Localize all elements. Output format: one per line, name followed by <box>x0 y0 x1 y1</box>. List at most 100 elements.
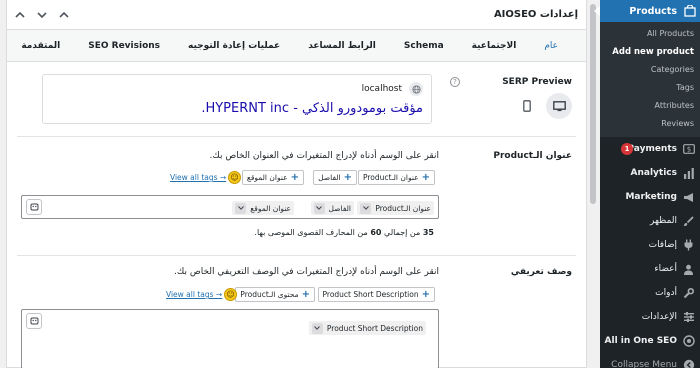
view-all-tags-link[interactable]: View all tags → <box>170 173 226 182</box>
divider <box>17 255 576 256</box>
tag-label: الفاصل <box>318 173 341 182</box>
megaphone-icon <box>682 191 695 204</box>
sidebar-item-label: All in One SEO <box>604 336 677 346</box>
sidebar-item-label: المظهر <box>650 216 677 226</box>
sidebar-item-payments[interactable]: $ Payments 1 <box>600 137 700 161</box>
paintbrush-icon <box>682 215 695 228</box>
chevron-down-icon[interactable] <box>313 202 325 214</box>
product-title-label: عنوان الـProduct <box>493 151 572 161</box>
collapse-panel-icon[interactable] <box>59 10 69 20</box>
emoji-picker-icon[interactable] <box>26 313 42 329</box>
plugin-icon <box>682 239 695 252</box>
tab-social[interactable]: الاجتماعية <box>458 30 531 62</box>
serp-preview-box: localhost مؤقت بومودورو الذكي - HYPERNT … <box>42 74 432 124</box>
svg-text:$: $ <box>686 146 690 154</box>
token-product-short-description[interactable]: Product Short Description <box>308 321 426 335</box>
token-label: عنوان الـProduct <box>375 203 431 213</box>
tag-label: Product Short Description <box>322 290 419 299</box>
sidebar-item-aioseo[interactable]: All in One SEO <box>600 329 700 353</box>
submenu-categories[interactable]: Categories <box>600 61 700 79</box>
move-down-icon[interactable] <box>37 10 47 20</box>
tag-site-title[interactable]: + عنوان الموقع <box>241 170 304 185</box>
tab-schema[interactable]: Schema <box>390 30 458 62</box>
chevron-down-icon[interactable] <box>235 202 247 214</box>
meta-description-label: وصف تعريفي <box>510 267 572 277</box>
emoji-icon[interactable]: ☺ <box>228 171 241 184</box>
token-label: عنوان الموقع <box>250 203 291 213</box>
panel-title: إعدادات AIOSEO <box>493 9 578 20</box>
divider <box>17 136 576 137</box>
counter-text: من إجمالي <box>384 228 421 237</box>
settings-icon <box>682 311 695 324</box>
tag-label: عنوان الموقع <box>246 173 288 182</box>
sidebar-item-label: Payments <box>627 144 677 154</box>
tag-product-short-description[interactable]: + Product Short Description <box>317 287 435 302</box>
sidebar-item-tools[interactable]: أدوات <box>600 281 700 305</box>
counter-text: من المحارف القصوى الموصى بها. <box>254 228 368 237</box>
sidebar-item-settings[interactable]: الإعدادات <box>600 305 700 329</box>
sidebar-item-label: Collapse Menu <box>611 360 677 368</box>
counter-total: 60 <box>370 228 382 237</box>
sidebar-item-label: Marketing <box>625 192 677 202</box>
tag-product-content[interactable]: + محتوى الـProduct <box>235 287 315 302</box>
sidebar-item-analytics[interactable]: Analytics <box>600 161 700 185</box>
sidebar-item-label: الإعدادات <box>641 312 677 322</box>
settings-tabs: عام الاجتماعية Schema الرابط المساعد عمل… <box>7 30 586 62</box>
description-editor[interactable]: Product Short Description <box>21 309 439 368</box>
chevron-down-icon[interactable] <box>360 202 372 214</box>
scrollbar-thumb[interactable] <box>590 4 596 204</box>
collapse-icon <box>682 359 695 368</box>
tab-seo-revisions[interactable]: SEO Revisions <box>74 30 174 62</box>
sidebar-item-label: أدوات <box>655 288 677 298</box>
sidebar-item-products[interactable]: Products <box>594 0 700 22</box>
help-icon[interactable]: ? <box>450 77 460 87</box>
submenu-attributes[interactable]: Attributes <box>600 97 700 115</box>
desktop-preview-button[interactable] <box>546 93 572 119</box>
serp-title: مؤقت بومودورو الذكي - HYPERNT inc. <box>201 101 423 116</box>
sidebar-item-users[interactable]: أعضاء <box>600 257 700 281</box>
globe-icon <box>409 82 423 96</box>
counter-current: 35 <box>422 228 434 237</box>
sidebar-item-label: Products <box>629 5 677 17</box>
chevron-down-icon[interactable] <box>311 322 323 334</box>
title-editor[interactable]: عنوان الـProduct الفاصل عنوان الموقع <box>21 195 439 219</box>
token-separator[interactable]: الفاصل <box>310 201 354 215</box>
submenu-all-products[interactable]: All Products <box>600 25 700 43</box>
serp-preview-label: SERP Preview <box>502 77 572 87</box>
desktop-icon <box>552 100 566 111</box>
mobile-preview-button[interactable] <box>514 93 540 119</box>
sidebar-item-marketing[interactable]: Marketing <box>600 185 700 209</box>
tag-label: محتوى الـProduct <box>240 290 299 299</box>
analytics-icon <box>682 167 695 180</box>
woo-products-icon <box>683 4 697 18</box>
sidebar-item-label: Analytics <box>630 168 677 178</box>
collapse-menu-button[interactable]: Collapse Menu <box>600 353 700 368</box>
tab-general[interactable]: عام <box>530 30 572 62</box>
tab-redirects[interactable]: عمليات إعادة التوجيه <box>174 30 294 62</box>
token-site-title[interactable]: عنوان الموقع <box>232 201 294 215</box>
submenu-tags[interactable]: Tags <box>600 79 700 97</box>
tag-label: عنوان الـProduct <box>362 173 419 182</box>
description-instruction: انقر على الوسم أدناه لإدراج المتغيرات في… <box>174 267 439 277</box>
emoji-picker-icon[interactable] <box>26 199 42 215</box>
aioseo-icon <box>682 335 695 348</box>
title-instruction: انقر على الوسم أدناه لإدراج المتغيرات في… <box>209 151 439 161</box>
tag-separator[interactable]: + الفاصل <box>313 170 357 185</box>
emoji-icon[interactable]: ☺ <box>224 288 237 301</box>
admin-sidebar: Products All Products Add new product Ca… <box>594 0 700 368</box>
serp-domain: localhost <box>361 84 402 94</box>
view-all-tags-link[interactable]: View all tags → <box>166 290 222 299</box>
submenu-add-new-product[interactable]: Add new product <box>600 43 700 61</box>
tab-advanced[interactable]: المتقدمة <box>7 30 74 62</box>
move-up-icon[interactable] <box>15 10 25 20</box>
submenu-reviews[interactable]: Reviews <box>600 115 700 133</box>
payments-icon: $ <box>682 143 695 156</box>
tab-link-assistant[interactable]: الرابط المساعد <box>294 30 390 62</box>
sidebar-item-appearance[interactable]: المظهر <box>600 209 700 233</box>
tag-product-title[interactable]: + عنوان الـProduct <box>357 170 435 185</box>
panel-controls <box>15 10 69 20</box>
page-scrollbar[interactable] <box>589 0 597 368</box>
token-product-title[interactable]: عنوان الـProduct <box>357 201 434 215</box>
sidebar-item-plugins[interactable]: إضافات <box>600 233 700 257</box>
panel-header: إعدادات AIOSEO <box>7 0 586 30</box>
